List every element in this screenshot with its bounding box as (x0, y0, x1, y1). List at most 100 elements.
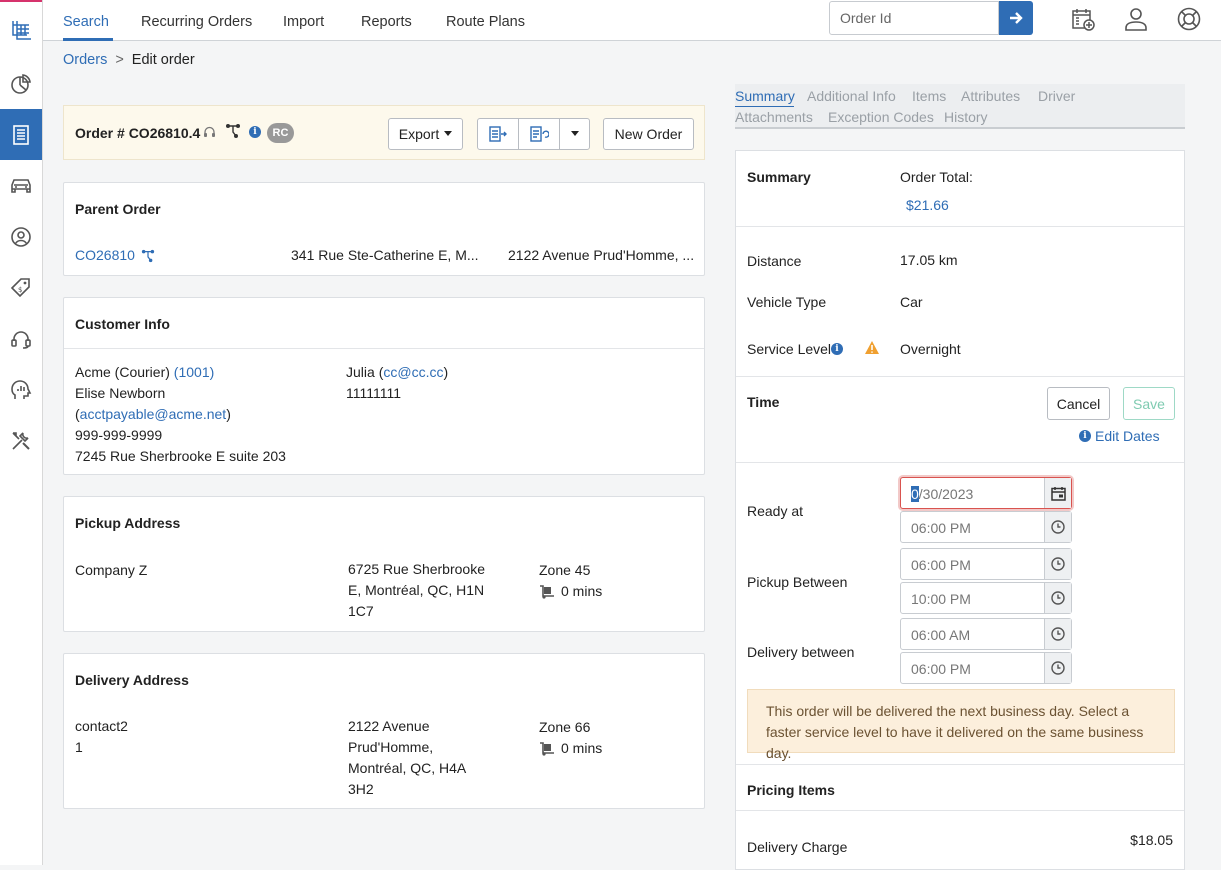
order-title: Order # CO26810.4 (75, 125, 201, 141)
nav-users[interactable] (0, 211, 42, 262)
info-icon[interactable]: i (831, 343, 843, 355)
clock-icon (1051, 520, 1065, 534)
clock-button[interactable] (1044, 619, 1071, 649)
calendar-button[interactable] (1044, 478, 1071, 508)
tab-import[interactable]: Import (283, 14, 324, 30)
lifebuoy-icon (1177, 7, 1201, 31)
delivery-to-input[interactable]: 06:00 PM (900, 652, 1072, 684)
more-actions-dropdown[interactable] (559, 118, 590, 150)
time-value: 06:00 PM (911, 520, 971, 536)
caller-phone: 11111111 (346, 385, 402, 401)
clock-icon (1051, 591, 1065, 605)
nav-orders[interactable] (0, 109, 42, 160)
order-total-label: Order Total: (900, 169, 973, 185)
delivery-between-label: Delivery between (747, 644, 855, 660)
tab-additional-info[interactable]: Additional Info (807, 88, 896, 104)
pricing-items-heading: Pricing Items (747, 782, 835, 798)
save-button[interactable]: Save (1123, 387, 1175, 420)
tools-icon (12, 431, 30, 450)
tab-items[interactable]: Items (912, 88, 946, 104)
tab-exception-codes[interactable]: Exception Codes (828, 109, 934, 125)
pie-chart-icon (11, 73, 31, 94)
section-divider (736, 764, 1184, 765)
detail-tabs: Summary Additional Info Items Attributes… (735, 84, 1185, 129)
nav-pricing[interactable]: $ (0, 262, 42, 313)
new-order-shortcut[interactable] (1069, 5, 1097, 33)
delivery-charge-label: Delivery Charge (747, 839, 848, 855)
tab-recurring-orders[interactable]: Recurring Orders (141, 14, 252, 30)
customer-company: Acme (Courier) (75, 364, 170, 380)
tab-driver[interactable]: Driver (1038, 88, 1075, 104)
pickup-to-input[interactable]: 10:00 PM (900, 582, 1072, 614)
nav-dashboard[interactable] (0, 58, 42, 109)
delivery-from-input[interactable]: 06:00 AM (900, 618, 1072, 650)
caret-down-icon (444, 131, 453, 136)
help-button[interactable] (1175, 5, 1203, 33)
nav-support[interactable] (0, 313, 42, 364)
clock-button[interactable] (1044, 512, 1071, 542)
clock-button[interactable] (1044, 583, 1071, 613)
nav-settings[interactable] (0, 415, 42, 466)
duplicate-order-button[interactable] (518, 118, 560, 150)
address-line: 2122 Avenue (348, 718, 430, 734)
vehicle-type-label: Vehicle Type (747, 294, 827, 310)
info-icon[interactable]: i (249, 126, 261, 138)
caller-details: Julia (cc@cc.cc) 11111111 (346, 362, 448, 404)
nav-vehicles[interactable] (0, 160, 42, 211)
service-level-value: Overnight (900, 341, 961, 357)
time-value: 10:00 PM (911, 591, 971, 607)
date-rest: /30/2023 (918, 486, 974, 502)
delivery-contact: contact2 1 (75, 716, 128, 758)
cancel-button[interactable]: Cancel (1047, 387, 1110, 420)
parent-delivery-address: 2122 Avenue Prud'Homme, ... (508, 247, 695, 263)
pickup-from-input[interactable]: 06:00 PM (900, 548, 1072, 580)
ready-date-input[interactable]: 0/30/2023 (900, 477, 1072, 509)
tab-reports[interactable]: Reports (361, 14, 412, 30)
car-icon (11, 178, 31, 193)
price-tag-icon: $ (10, 277, 30, 297)
section-divider (736, 462, 1184, 463)
tab-route-plans[interactable]: Route Plans (446, 14, 525, 30)
summary-heading: Summary (747, 169, 811, 185)
app-logo[interactable] (0, 0, 42, 58)
export-dropdown-button[interactable]: Export (388, 118, 463, 150)
document-refresh-icon (530, 126, 549, 142)
share-tree-icon (141, 249, 155, 263)
order-id-input[interactable] (829, 1, 999, 35)
new-order-button[interactable]: New Order (603, 118, 694, 150)
user-profile-button[interactable] (1122, 5, 1150, 33)
distance-label: Distance (747, 253, 802, 269)
tab-attachments[interactable]: Attachments (735, 109, 813, 125)
tab-attributes[interactable]: Attributes (961, 88, 1020, 104)
paren-close: ) (443, 364, 449, 380)
parent-order-heading: Parent Order (75, 201, 161, 217)
paren-close: ) (226, 406, 231, 422)
breadcrumb-orders[interactable]: Orders (63, 52, 107, 68)
address-line: E, Montréal, QC, H1N (348, 582, 485, 598)
svg-text:$: $ (18, 286, 22, 294)
clock-button[interactable] (1044, 653, 1071, 683)
order-id-go-button[interactable] (999, 1, 1033, 35)
customer-email-link[interactable]: acctpayable@acme.net (80, 406, 227, 422)
caller-email-link[interactable]: cc@cc.cc (383, 364, 443, 380)
parent-order-link[interactable]: CO26810 (75, 247, 135, 263)
headset-small-icon (204, 126, 215, 137)
tab-summary[interactable]: Summary (735, 88, 795, 104)
tab-search[interactable]: Search (63, 14, 109, 30)
tab-history[interactable]: History (944, 109, 988, 125)
edit-dates-link[interactable]: Edit Dates (1095, 428, 1160, 444)
clock-button[interactable] (1044, 549, 1071, 579)
nav-analytics[interactable] (0, 364, 42, 415)
time-value: 06:00 AM (911, 627, 971, 643)
active-tab-indicator (63, 38, 113, 41)
ready-time-input[interactable]: 06:00 PM (900, 511, 1072, 543)
pickup-heading: Pickup Address (75, 515, 181, 531)
ready-at-label: Ready at (747, 503, 804, 519)
hand-truck-icon (540, 585, 554, 599)
parent-pickup-address: 341 Rue Ste-Catherine E, M... (291, 247, 479, 263)
print-label-button[interactable] (477, 118, 519, 150)
customer-account-link[interactable]: (1001) (174, 364, 214, 380)
active-tab-indicator (735, 106, 794, 107)
export-label: Export (398, 126, 440, 142)
share-tree-icon[interactable] (225, 123, 241, 139)
